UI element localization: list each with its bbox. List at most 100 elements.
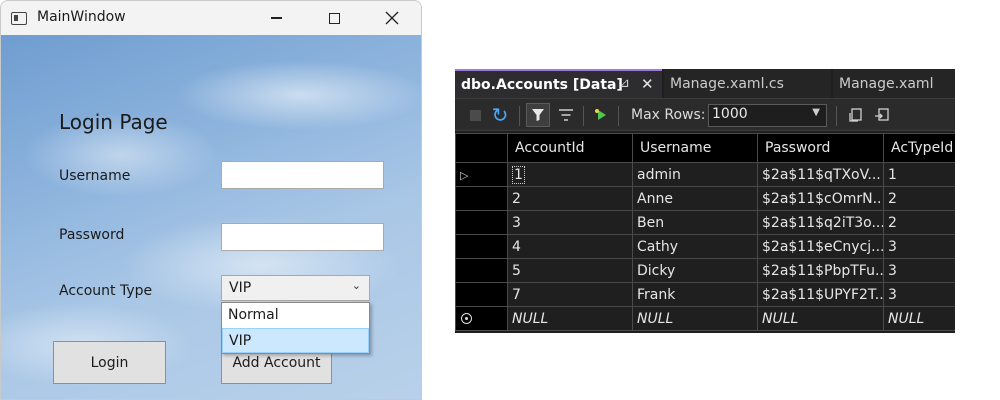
- row-header-corner[interactable]: [455, 133, 508, 163]
- table-cell[interactable]: NULL: [632, 306, 758, 331]
- table-cell[interactable]: NULL: [883, 306, 955, 331]
- table-row[interactable]: 4 Cathy $2a$11$eCnycj... 3: [455, 234, 955, 259]
- window-content: Login Page Username Password Account Typ…: [1, 35, 421, 399]
- table-cell[interactable]: 3: [507, 210, 633, 235]
- table-row[interactable]: 7 Frank $2a$11$UPYF2T... 3: [455, 282, 955, 307]
- tab-label: dbo.Accounts [Data]: [461, 76, 623, 93]
- table-cell[interactable]: $2a$11$PbpTFu...: [757, 258, 884, 283]
- password-field[interactable]: [221, 223, 384, 251]
- chevron-down-icon[interactable]: ⌄: [352, 279, 361, 292]
- account-type-combobox[interactable]: VIP ⌄: [221, 275, 370, 301]
- table-cell[interactable]: 1: [507, 162, 633, 187]
- table-cell[interactable]: $2a$11$cOmrN...: [757, 186, 884, 211]
- data-grid[interactable]: AccountId Username Password AcTypeId ▷ 1…: [455, 133, 955, 331]
- title-bar: MainWindow: [1, 1, 421, 35]
- row-selector[interactable]: [455, 186, 508, 211]
- maximize-button[interactable]: [305, 1, 363, 35]
- toolbar-divider: [618, 106, 619, 126]
- table-cell[interactable]: Frank: [632, 282, 758, 307]
- table-cell[interactable]: 2: [883, 210, 955, 235]
- row-selector[interactable]: [455, 258, 508, 283]
- username-label: Username: [59, 168, 131, 184]
- close-button[interactable]: [363, 1, 421, 35]
- tab-manage-xaml[interactable]: Manage.xaml: [833, 69, 955, 98]
- max-rows-select[interactable]: 1000 ▼: [708, 104, 827, 127]
- table-cell[interactable]: 7: [507, 282, 633, 307]
- row-selector[interactable]: [455, 234, 508, 259]
- toolbar-divider: [519, 106, 520, 126]
- toolbar-divider: [583, 106, 584, 126]
- close-icon[interactable]: ✕: [641, 75, 654, 93]
- minimize-button[interactable]: [247, 1, 305, 35]
- app-icon: [11, 12, 27, 25]
- dropdown-option-normal[interactable]: Normal: [222, 303, 369, 328]
- login-button[interactable]: Login: [53, 341, 166, 384]
- table-cell[interactable]: 4: [507, 234, 633, 259]
- table-cell[interactable]: Anne: [632, 186, 758, 211]
- chevron-down-icon[interactable]: ▼: [812, 107, 820, 118]
- column-header-password[interactable]: Password: [757, 133, 884, 163]
- column-header-username[interactable]: Username: [632, 133, 758, 163]
- main-window: MainWindow Login Page Username Password …: [0, 0, 422, 400]
- close-icon: [385, 11, 399, 25]
- table-cell[interactable]: 3: [883, 282, 955, 307]
- new-row[interactable]: NULL NULL NULL NULL: [455, 306, 955, 331]
- sort-icon[interactable]: [554, 103, 578, 127]
- toolbar-divider: [836, 106, 837, 126]
- table-row[interactable]: 5 Dicky $2a$11$PbpTFu... 3: [455, 258, 955, 283]
- table-cell[interactable]: $2a$11$qTXoV...: [757, 162, 884, 187]
- run-script-icon[interactable]: [589, 103, 613, 127]
- filter-icon[interactable]: [526, 103, 550, 127]
- table-cell[interactable]: 3: [883, 258, 955, 283]
- table-cell[interactable]: Dicky: [632, 258, 758, 283]
- row-selector[interactable]: [455, 306, 508, 331]
- table-cell[interactable]: NULL: [757, 306, 884, 331]
- table-cell[interactable]: $2a$11$eCnycj...: [757, 234, 884, 259]
- cell-value: 1: [512, 165, 525, 184]
- stop-icon[interactable]: [463, 103, 487, 127]
- row-selector[interactable]: [455, 210, 508, 235]
- account-type-label: Account Type: [59, 283, 153, 299]
- table-row[interactable]: 3 Ben $2a$11$q2iT3o... 2: [455, 210, 955, 235]
- window-title: MainWindow: [37, 9, 126, 25]
- minimize-icon: [270, 17, 282, 19]
- row-selector[interactable]: [455, 282, 508, 307]
- table-cell[interactable]: 2: [507, 186, 633, 211]
- table-cell[interactable]: NULL: [507, 306, 633, 331]
- max-rows-label: Max Rows:: [631, 107, 706, 123]
- password-label: Password: [59, 227, 125, 243]
- table-row[interactable]: ▷ 1 admin $2a$11$qTXoV... 1: [455, 162, 955, 187]
- document-tab-strip: dbo.Accounts [Data] ⊿ ✕ Manage.xaml.cs M…: [455, 69, 955, 98]
- pin-icon[interactable]: ⊿: [619, 76, 630, 91]
- row-pointer-icon: ▷: [460, 168, 469, 182]
- table-cell[interactable]: 2: [883, 186, 955, 211]
- table-cell[interactable]: 1: [883, 162, 955, 187]
- tab-manage-xaml-cs[interactable]: Manage.xaml.cs: [664, 69, 831, 98]
- table-cell[interactable]: Ben: [632, 210, 758, 235]
- export-icon[interactable]: [844, 103, 868, 127]
- maximize-icon: [328, 12, 340, 24]
- header-row: AccountId Username Password AcTypeId: [455, 133, 955, 163]
- table-cell[interactable]: Cathy: [632, 234, 758, 259]
- max-rows-value: 1000: [712, 106, 748, 122]
- tab-accounts-data[interactable]: dbo.Accounts [Data] ⊿ ✕: [455, 69, 662, 98]
- data-toolbar: ↻ Max Rows: 1000 ▼: [455, 98, 955, 131]
- table-row[interactable]: 2 Anne $2a$11$cOmrN... 2: [455, 186, 955, 211]
- row-selector[interactable]: ▷: [455, 162, 508, 187]
- export-icon[interactable]: [870, 103, 894, 127]
- table-cell[interactable]: 3: [883, 234, 955, 259]
- combobox-selected-value: VIP: [229, 280, 252, 296]
- table-data-editor: dbo.Accounts [Data] ⊿ ✕ Manage.xaml.cs M…: [455, 69, 955, 333]
- table-cell[interactable]: 5: [507, 258, 633, 283]
- page-title: Login Page: [59, 110, 168, 134]
- table-cell[interactable]: admin: [632, 162, 758, 187]
- new-row-icon: [461, 312, 472, 324]
- account-type-dropdown: Normal VIP: [221, 302, 370, 354]
- table-cell[interactable]: $2a$11$UPYF2T...: [757, 282, 884, 307]
- column-header-actypeid[interactable]: AcTypeId: [883, 133, 955, 163]
- refresh-icon[interactable]: ↻: [488, 103, 512, 127]
- column-header-accountid[interactable]: AccountId: [507, 133, 633, 163]
- dropdown-option-vip[interactable]: VIP: [222, 328, 369, 353]
- username-field[interactable]: [221, 161, 384, 189]
- table-cell[interactable]: $2a$11$q2iT3o...: [757, 210, 884, 235]
